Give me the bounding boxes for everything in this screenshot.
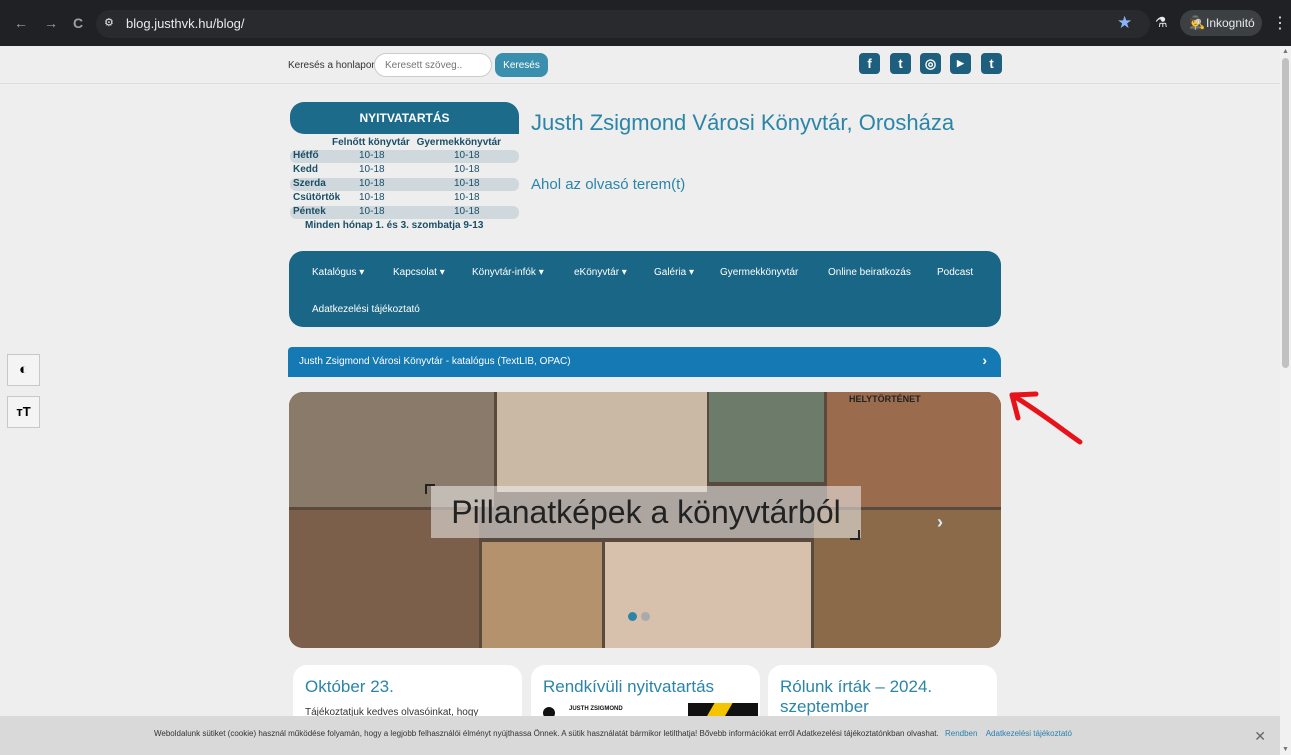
slider-dot[interactable] (641, 612, 650, 621)
nav-item-konyvtar-infok[interactable]: Könyvtár-infók ▾ (472, 267, 544, 278)
close-icon[interactable]: ✕ (1254, 728, 1266, 745)
caption-corner-decoration (425, 484, 435, 494)
nav-item-kapcsolat[interactable]: Kapcsolat ▾ (393, 267, 445, 278)
nav-item-galeria[interactable]: Galéria ▾ (654, 267, 694, 278)
nav-item-online-beiratkozas[interactable]: Online beiratkozás (828, 267, 911, 278)
site-title[interactable]: Justh Zsigmond Városi Könyvtár, Orosháza (531, 108, 971, 137)
nav-item-podcast[interactable]: Podcast (937, 267, 973, 278)
reload-icon[interactable]: C (73, 15, 83, 31)
browser-toolbar: ← → C ⚙ blog.justhvk.hu/blog/ ★ ⚗ 🕵 Inko… (0, 0, 1291, 46)
hours-day: Hétfő (293, 150, 319, 161)
nav-item-gyermekkonyvtar[interactable]: Gyermekkönyvtár (720, 267, 798, 278)
scrollbar-thumb[interactable] (1282, 58, 1289, 368)
incognito-label: Inkognitó (1206, 16, 1255, 30)
slider-photo (482, 542, 602, 648)
header-divider (0, 83, 1280, 84)
hours-row: Szerda 10-18 10-18 (290, 178, 519, 191)
search-input[interactable] (374, 53, 492, 77)
hours-row: Péntek 10-18 10-18 (290, 206, 519, 219)
search-label: Keresés a honlapon (288, 60, 377, 71)
back-arrow-icon[interactable]: ← (14, 15, 28, 31)
search-button[interactable]: Keresés (495, 53, 548, 77)
hours-child: 10-18 (454, 178, 480, 189)
hours-adult: 10-18 (359, 206, 385, 217)
facebook-icon[interactable]: f (859, 53, 880, 74)
url-text[interactable]: blog.justhvk.hu/blog/ (126, 16, 245, 31)
news-card-image-text: JUSTH ZSIGMOND (569, 706, 623, 712)
tumblr-icon[interactable]: t (981, 53, 1002, 74)
contrast-toggle-icon[interactable]: ◐ (7, 354, 40, 386)
instagram-icon[interactable]: ◎ (920, 53, 941, 74)
cookie-accept-link[interactable]: Rendben (945, 729, 977, 738)
slider-next-arrow-icon[interactable]: › (937, 512, 943, 533)
labs-flask-icon[interactable]: ⚗ (1155, 14, 1168, 31)
cookie-text: Weboldalunk sütiket (cookie) használ műk… (154, 729, 939, 738)
opening-hours-title: NYITVATARTÁS (290, 102, 519, 134)
catalog-link-bar[interactable]: Justh Zsigmond Városi Könyvtár - katalóg… (288, 347, 1001, 377)
sign-text: HELYTÖRTÉNET (849, 394, 921, 404)
cookie-banner: Weboldalunk sütiket (cookie) használ műk… (0, 716, 1280, 755)
nav-item-ekonyvtar[interactable]: eKönyvtár ▾ (574, 267, 627, 278)
hours-day: Szerda (293, 178, 326, 189)
hours-child: 10-18 (454, 192, 480, 203)
incognito-badge[interactable]: 🕵 Inkognitó (1180, 10, 1262, 36)
saturday-hours-note: Minden hónap 1. és 3. szombatja 9-13 (305, 220, 484, 231)
hours-day: Kedd (293, 164, 318, 175)
cookie-message: Weboldalunk sütiket (cookie) használ műk… (154, 729, 1072, 738)
hours-adult: 10-18 (359, 192, 385, 203)
bookmark-star-icon[interactable]: ★ (1117, 13, 1132, 33)
hours-adult: 10-18 (359, 164, 385, 175)
twitter-icon[interactable]: t (890, 53, 911, 74)
hours-row: Kedd 10-18 10-18 (290, 164, 519, 177)
hours-adult: 10-18 (359, 178, 385, 189)
nav-item-katalogus[interactable]: Katalógus ▾ (312, 267, 364, 278)
hours-child: 10-18 (454, 164, 480, 175)
news-card-title[interactable]: Rólunk írták – 2024. szeptember (780, 677, 985, 717)
catalog-link-text: Justh Zsigmond Városi Könyvtár - katalóg… (299, 356, 571, 367)
hours-day: Péntek (293, 206, 326, 217)
hours-day: Csütörtök (293, 192, 341, 203)
incognito-icon: 🕵 (1189, 15, 1206, 30)
hours-row: Csütörtök 10-18 10-18 (290, 192, 519, 205)
hours-row: Hétfő 10-18 10-18 (290, 150, 519, 163)
slider-caption: Pillanatképek a könyvtárból (431, 486, 861, 538)
font-size-toggle-icon[interactable]: тT (7, 396, 40, 428)
slider-photo (605, 542, 811, 648)
page-scrollbar[interactable]: ▲ ▼ (1280, 46, 1291, 755)
slider-photo (709, 392, 824, 482)
hours-child: 10-18 (454, 206, 480, 217)
slider-photo (497, 392, 707, 492)
adult-library-header: Felnőtt könyvtár (332, 137, 410, 148)
scroll-up-icon[interactable]: ▲ (1282, 48, 1289, 55)
browser-menu-icon[interactable]: ⋮ (1272, 13, 1288, 33)
opening-hours-columns: Felnőtt könyvtár Gyermekkönyvtár (332, 137, 501, 148)
hours-adult: 10-18 (359, 150, 385, 161)
news-card-title[interactable]: Rendkívüli nyitvatartás (543, 677, 748, 697)
site-info-icon[interactable]: ⚙ (104, 16, 114, 29)
caption-corner-decoration (850, 530, 860, 540)
news-card-title[interactable]: Október 23. (305, 677, 510, 697)
web-page: Keresés a honlapon Keresés f t ◎ ▶ t NYI… (0, 46, 1280, 755)
main-navigation: Katalógus ▾ Kapcsolat ▾ Könyvtár-infók ▾… (289, 251, 1001, 327)
privacy-policy-link[interactable]: Adatkezelési tájékoztató (986, 729, 1072, 738)
hours-child: 10-18 (454, 150, 480, 161)
address-bar[interactable] (96, 10, 1150, 38)
child-library-header: Gyermekkönyvtár (416, 137, 502, 148)
slider-dot-active[interactable] (628, 612, 637, 621)
scroll-down-icon[interactable]: ▼ (1282, 746, 1289, 753)
chevron-right-icon: › (982, 352, 987, 368)
youtube-icon[interactable]: ▶ (950, 53, 971, 74)
site-subtitle: Ahol az olvasó terem(t) (531, 176, 686, 193)
forward-arrow-icon[interactable]: → (44, 15, 58, 31)
nav-item-adatkezeles[interactable]: Adatkezelési tájékoztató (312, 304, 420, 315)
